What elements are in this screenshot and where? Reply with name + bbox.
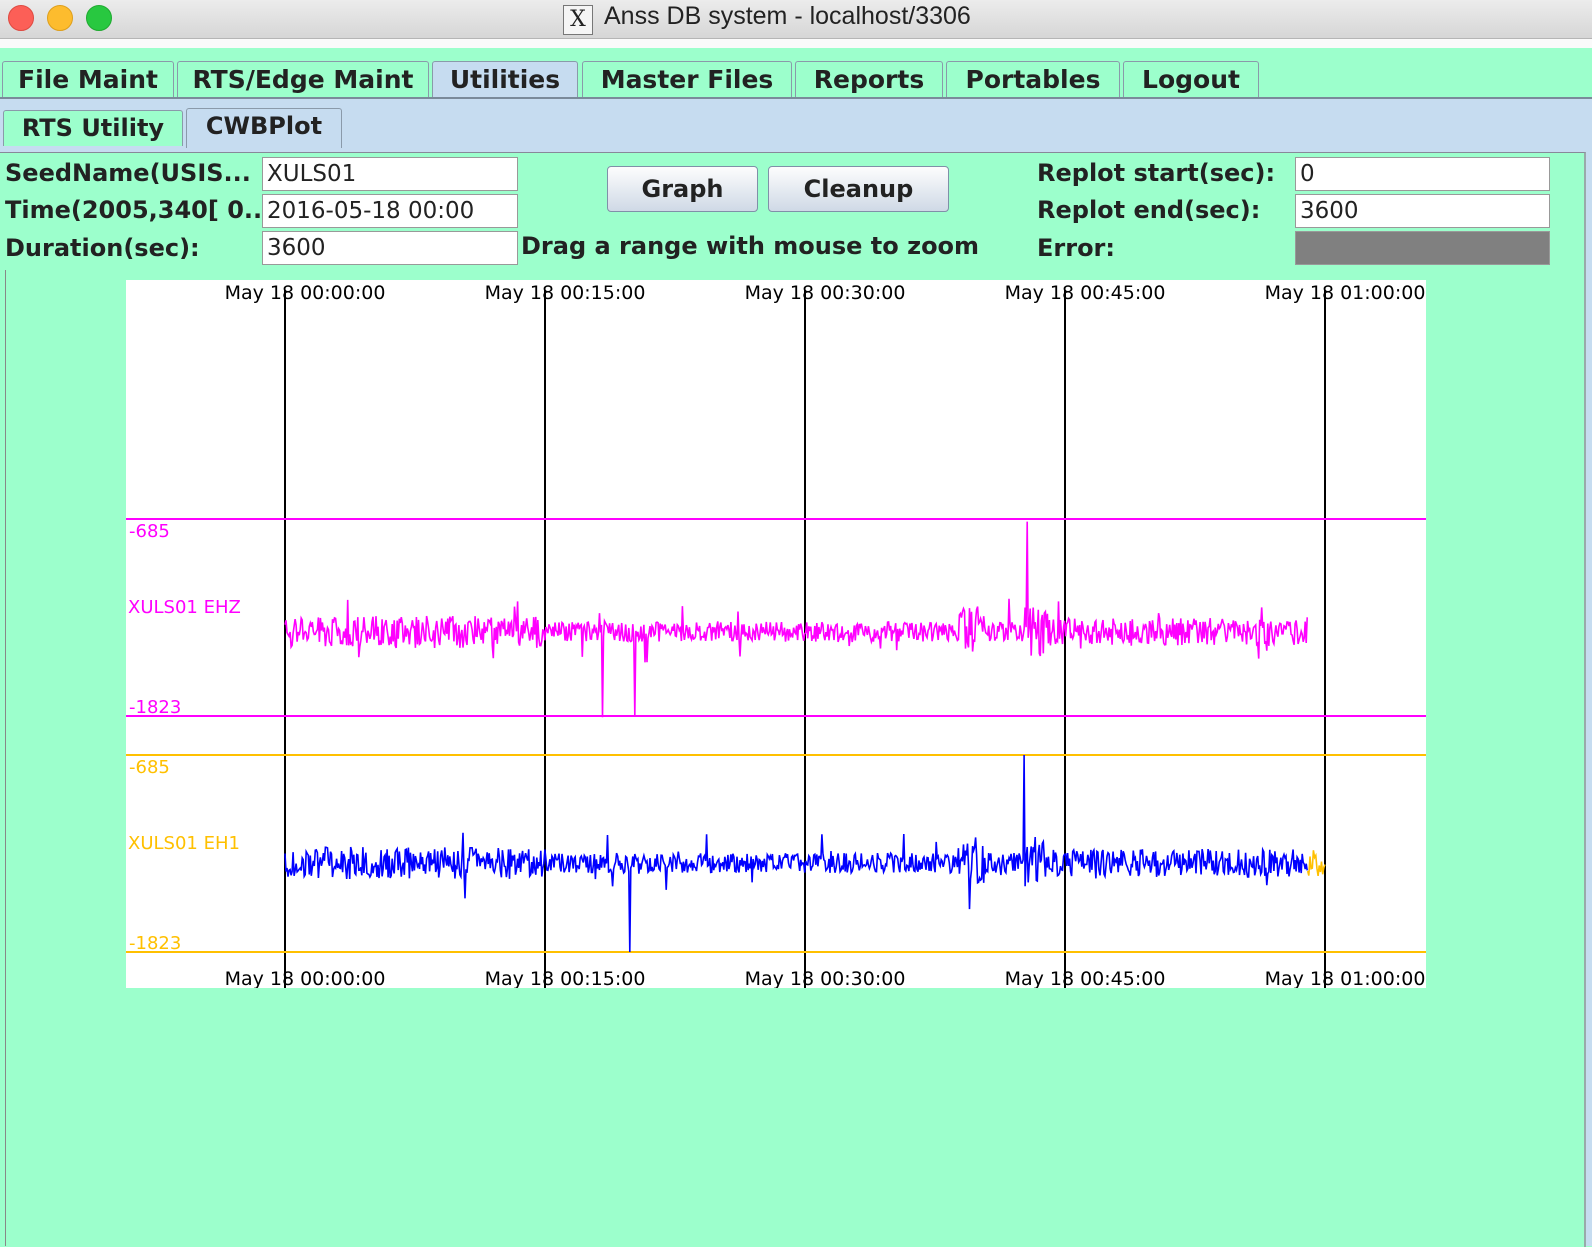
zoom-hint: Drag a range with mouse to zoom <box>521 232 980 260</box>
trace-name-label: XULS01 EH1 <box>128 833 240 854</box>
seedname-label: SeedName(USIS... <box>5 159 251 187</box>
seismogram-chart[interactable]: May 18 00:00:00 May 18 00:15:00 May 18 00:… <box>126 280 1426 988</box>
x-tick-label-bottom: May 18 00:15:00 <box>485 968 646 988</box>
x-tick-label-top: May 18 01:00:00 <box>1265 282 1426 304</box>
x-tick-label-top: May 18 00:00:00 <box>225 282 386 304</box>
graph-button[interactable]: Graph <box>607 166 758 212</box>
trace-min-label: -1823 <box>129 933 181 954</box>
trace-min-label: -1823 <box>129 697 181 718</box>
window-titlebar: X Anss DB system - localhost/3306 <box>0 0 1592 39</box>
tab-portables[interactable]: Portables <box>946 61 1120 99</box>
cleanup-button[interactable]: Cleanup <box>768 166 949 212</box>
time-label: Time(2005,340[ 0... <box>5 196 272 224</box>
x-tick-label-bottom: May 18 01:00:00 <box>1265 968 1426 988</box>
tab-utilities[interactable]: Utilities <box>432 61 578 101</box>
close-window-button[interactable] <box>8 5 34 31</box>
minimize-window-button[interactable] <box>47 5 73 31</box>
maximize-window-button[interactable] <box>86 5 112 31</box>
trace-name-label: XULS01 EHZ <box>128 597 241 618</box>
x-tick-label-bottom: May 18 00:45:00 <box>1005 968 1166 988</box>
error-label: Error: <box>1037 234 1115 262</box>
menu-gap <box>0 39 1592 48</box>
trace-max-label: -685 <box>129 521 170 542</box>
x-tick-label-top: May 18 00:45:00 <box>1005 282 1166 304</box>
time-input[interactable]: 2016-05-18 00:00 <box>262 194 518 228</box>
tab-reports[interactable]: Reports <box>795 61 943 99</box>
replot-start-input[interactable]: 0 <box>1295 157 1550 191</box>
trace-max-label: -685 <box>129 757 170 778</box>
tab-file-maint[interactable]: File Maint <box>2 61 174 99</box>
x-tick-label-top: May 18 00:15:00 <box>485 282 646 304</box>
x-tick-label-top: May 18 00:30:00 <box>745 282 906 304</box>
tab-rts-edge-maint[interactable]: RTS/Edge Maint <box>177 61 429 99</box>
window-title: Anss DB system - localhost/3306 <box>604 2 971 30</box>
subtab-cwbplot[interactable]: CWBPlot <box>186 108 342 148</box>
duration-input[interactable]: 3600 <box>262 231 518 265</box>
replot-end-label: Replot end(sec): <box>1037 196 1261 224</box>
x11-app-icon: X <box>563 5 593 35</box>
tab-logout[interactable]: Logout <box>1123 61 1259 99</box>
tab-divider <box>0 97 1592 99</box>
seedname-input[interactable]: XULS01 <box>262 157 518 191</box>
x-tick-label-bottom: May 18 00:30:00 <box>745 968 906 988</box>
duration-label: Duration(sec): <box>5 234 200 262</box>
error-field <box>1295 231 1550 265</box>
x-tick-label-bottom: May 18 00:00:00 <box>225 968 386 988</box>
replot-end-input[interactable]: 3600 <box>1295 194 1550 228</box>
tab-master-files[interactable]: Master Files <box>582 61 792 99</box>
replot-start-label: Replot start(sec): <box>1037 159 1276 187</box>
subtab-rts-utility[interactable]: RTS Utility <box>3 110 183 146</box>
